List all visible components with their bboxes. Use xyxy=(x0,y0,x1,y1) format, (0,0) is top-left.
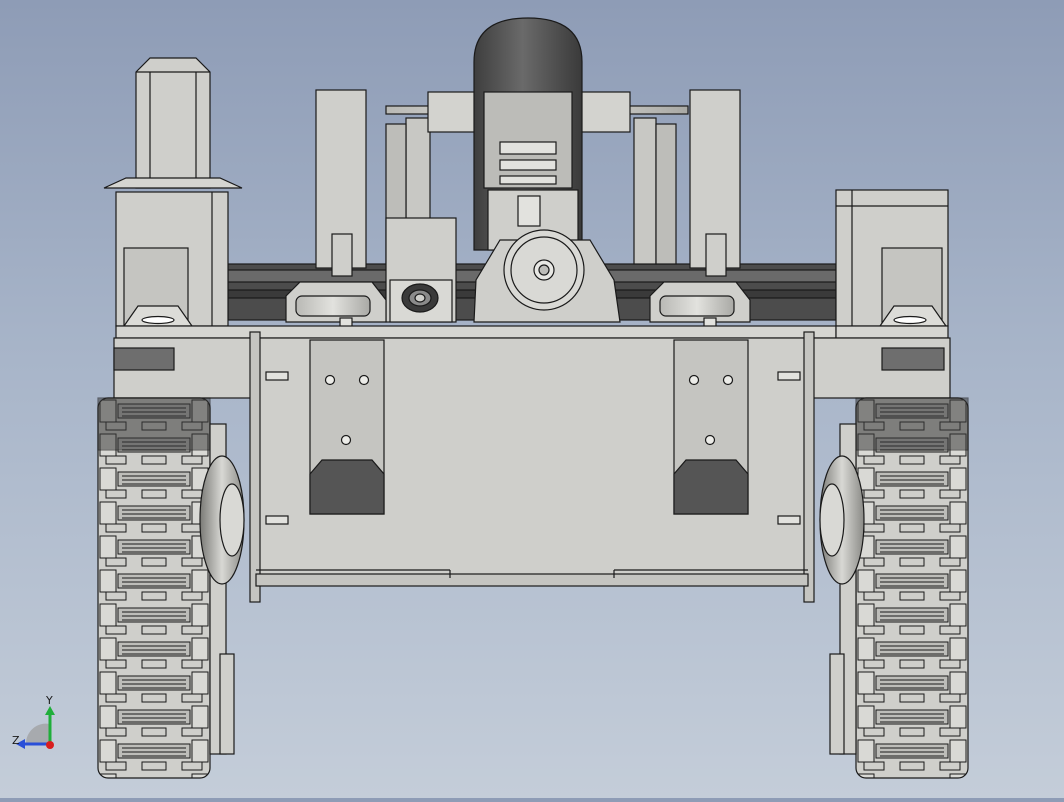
top-plate xyxy=(115,325,837,339)
left-motor xyxy=(103,57,243,327)
x-axis-dot xyxy=(46,741,54,749)
right-motor xyxy=(835,189,949,327)
triad-arc xyxy=(25,723,50,744)
z-axis-label: Z xyxy=(12,734,20,747)
y-axis-label: Y xyxy=(46,694,53,707)
axis-triad: Y Z xyxy=(8,694,68,758)
left-track xyxy=(97,397,245,779)
right-track xyxy=(819,397,969,779)
y-arrow xyxy=(45,706,55,715)
triad-graphic xyxy=(16,706,55,749)
cad-viewport[interactable] xyxy=(0,0,1064,798)
model-render xyxy=(97,17,969,779)
